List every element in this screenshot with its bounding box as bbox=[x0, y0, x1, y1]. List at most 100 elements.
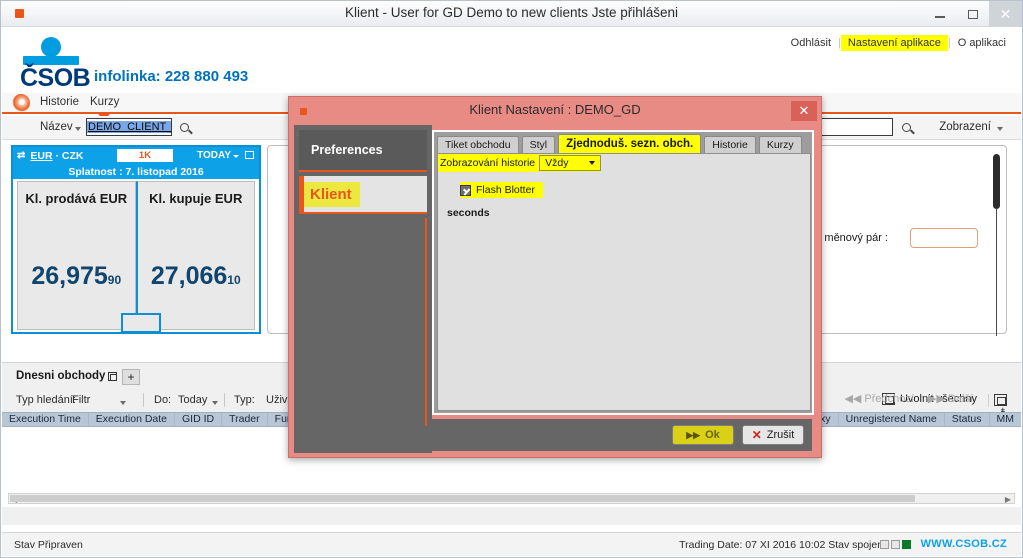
zobrazeni-chevron-down-icon[interactable] bbox=[997, 127, 1003, 131]
typ-hledani-chevron-down-icon[interactable] bbox=[120, 401, 126, 405]
dialog-sidebar: Preferences Klient bbox=[294, 125, 432, 453]
pair-base: EUR bbox=[30, 149, 53, 162]
search-icon[interactable] bbox=[180, 123, 189, 132]
nazev-chevron-down-icon[interactable] bbox=[75, 127, 81, 131]
rate-tile-header: ⇄ EUR · CZK 1K TODAY bbox=[13, 147, 259, 164]
refresh-icon[interactable]: ⇄ bbox=[17, 150, 25, 161]
flash-blotter-checkbox[interactable] bbox=[460, 184, 471, 196]
csob-logo: ČSOB bbox=[20, 35, 91, 92]
buy-rate-main: 27,066 bbox=[150, 262, 228, 290]
link-odhlasit[interactable]: Odhlásit bbox=[784, 35, 838, 51]
rate-tile-amount[interactable]: 1K bbox=[117, 149, 173, 162]
col-execution-time[interactable]: Execution Time bbox=[2, 413, 89, 426]
rates-vertical-scrollbar[interactable] bbox=[993, 154, 1000, 336]
popout-icon[interactable] bbox=[245, 151, 254, 159]
website-link[interactable]: WWW.CSOB.CZ bbox=[921, 538, 1007, 550]
minimize-button[interactable] bbox=[923, 1, 956, 27]
application-window: Klient - User for GD Demo to new clients… bbox=[0, 0, 1023, 558]
zobrazeni-menu[interactable]: Zobrazení bbox=[939, 121, 991, 133]
dialog-tab-panel: Zobrazování historie Vždy Flash Blotter … bbox=[437, 153, 811, 411]
cancel-button-label: Zrušit bbox=[766, 429, 795, 441]
filter-divider-2 bbox=[224, 393, 225, 407]
col-execution-date[interactable]: Execution Date bbox=[89, 413, 176, 426]
dialog-content: Tiket obchodu Styl Zjednoduš. sezn. obch… bbox=[432, 130, 814, 415]
rate-tile-tenor[interactable]: TODAY bbox=[197, 150, 231, 161]
flash-blotter-row[interactable]: Flash Blotter bbox=[460, 182, 543, 198]
sell-title: Kl. prodává EUR bbox=[25, 191, 128, 206]
ok-button-label: Ok bbox=[705, 429, 720, 441]
rate-tile-eurczk[interactable]: ⇄ EUR · CZK 1K TODAY Splatnost : 7. list… bbox=[11, 145, 261, 334]
col-mm[interactable]: MM bbox=[990, 413, 1022, 426]
currency-pair-input[interactable] bbox=[910, 228, 978, 248]
tab-zjednodus-sezn-obch[interactable]: Zjednoduš. sezn. obch. bbox=[558, 134, 702, 153]
client-search-value: DEMO_CLIENT_EXT bbox=[87, 121, 171, 133]
typ-label: Typ: bbox=[234, 394, 255, 406]
dialog-close-button[interactable]: ✕ bbox=[791, 101, 817, 121]
add-blotter-button[interactable]: + bbox=[122, 369, 140, 385]
pair-separator: · bbox=[55, 149, 59, 162]
rate-tile-handle[interactable] bbox=[121, 313, 161, 333]
buy-title: Kl. kupuje EUR bbox=[149, 191, 243, 206]
search-icon-right[interactable] bbox=[902, 123, 911, 132]
sell-rate-main: 26,975 bbox=[31, 262, 108, 290]
tab-styl[interactable]: Styl bbox=[521, 136, 556, 153]
settings-dialog: Klient Nastavení : DEMO_GD ✕ Preferences… bbox=[288, 96, 822, 458]
connection-light-3 bbox=[902, 540, 911, 549]
col-trader[interactable]: Trader bbox=[222, 413, 268, 426]
scrollbar-thumb[interactable] bbox=[993, 154, 1000, 209]
link-o-aplikaci[interactable]: O aplikaci bbox=[951, 35, 1013, 51]
tab-tiket-obchodu[interactable]: Tiket obchodu bbox=[437, 136, 519, 153]
logo-text: ČSOB bbox=[20, 64, 91, 92]
connection-light-1 bbox=[880, 540, 889, 549]
dialog-titlebar: Klient Nastavení : DEMO_GD ✕ bbox=[289, 97, 821, 125]
pager-prev[interactable]: ◀◀ Předchozí bbox=[844, 392, 914, 405]
history-display-row: Zobrazování historie Vždy bbox=[438, 154, 602, 172]
flash-blotter-label: Flash Blotter bbox=[476, 184, 535, 196]
minimize-icon bbox=[934, 16, 945, 18]
col-unregistered-name[interactable]: Unregistered Name bbox=[839, 413, 945, 426]
pair-quote: CZK bbox=[61, 149, 84, 162]
sell-side[interactable]: Kl. prodává EUR 26,97590 bbox=[17, 181, 136, 330]
typ-hledani-label: Typ hledání: bbox=[16, 394, 76, 406]
pager-next[interactable]: ▶▶ Další bbox=[928, 392, 973, 405]
blotter-pager: ◀◀ Předchozí ▶▶ Další bbox=[844, 392, 973, 405]
do-chevron-down-icon[interactable] bbox=[212, 401, 218, 405]
col-gid-id[interactable]: GID ID bbox=[175, 413, 223, 426]
sidebar-item-klient[interactable]: Klient bbox=[299, 176, 427, 214]
blotter-horizontal-scrollbar[interactable]: ◀ ▶ bbox=[8, 493, 1015, 504]
blotter-title[interactable]: Dnesni obchody bbox=[16, 370, 105, 382]
history-display-select[interactable]: Vždy bbox=[539, 155, 602, 171]
cancel-button[interactable]: ✕ Zrušit bbox=[742, 425, 804, 445]
history-display-label: Zobrazování historie bbox=[440, 157, 536, 169]
rate-tile-maturity: Splatnost : 7. listopad 2016 bbox=[13, 164, 259, 179]
hscrollbar-thumb[interactable] bbox=[10, 495, 915, 502]
tenor-chevron-down-icon[interactable] bbox=[233, 155, 239, 158]
typ-hledani-value[interactable]: Filtr bbox=[72, 394, 90, 406]
link-nastaveni-aplikace[interactable]: Nastavení aplikace bbox=[840, 35, 948, 51]
infolinka-text: infolinka: 228 880 493 bbox=[94, 68, 249, 85]
buy-side[interactable]: Kl. kupuje EUR 27,06610 bbox=[135, 181, 255, 330]
col-status[interactable]: Status bbox=[945, 413, 990, 426]
scroll-right-icon[interactable]: ▶ bbox=[1005, 495, 1011, 504]
sidebar-header-preferences: Preferences bbox=[299, 130, 427, 172]
do-value[interactable]: Today bbox=[178, 394, 207, 406]
history-display-value: Vždy bbox=[545, 157, 569, 169]
pin-icon[interactable] bbox=[108, 372, 117, 381]
ok-button[interactable]: ▶▶ Ok bbox=[672, 425, 734, 445]
connection-lights bbox=[880, 540, 911, 549]
pager-divider bbox=[988, 394, 989, 407]
sell-rate-pips: 90 bbox=[107, 273, 122, 287]
client-search-input[interactable]: DEMO_CLIENT_EXT bbox=[86, 118, 172, 136]
tab-historie[interactable]: Historie bbox=[704, 136, 756, 153]
tab-kurzy[interactable]: Kurzy bbox=[758, 136, 802, 153]
window-title: Klient - User for GD Demo to new clients… bbox=[344, 5, 679, 20]
close-button[interactable]: ✕ bbox=[989, 1, 1022, 27]
pager-prev-label: Předchozí bbox=[864, 393, 914, 405]
maximize-button[interactable] bbox=[956, 1, 989, 27]
logo-dot-icon bbox=[41, 37, 61, 57]
header-links: Odhlásit | Nastavení aplikace | O aplika… bbox=[784, 35, 1013, 51]
nav-tab-historie[interactable]: Historie bbox=[40, 96, 79, 108]
pager-next-icon: ▶▶ bbox=[927, 393, 945, 405]
nav-tab-kurzy[interactable]: Kurzy bbox=[90, 96, 119, 108]
status-bar: Stav Připraven Trading Date: 07 XI 2016 … bbox=[2, 532, 1021, 556]
